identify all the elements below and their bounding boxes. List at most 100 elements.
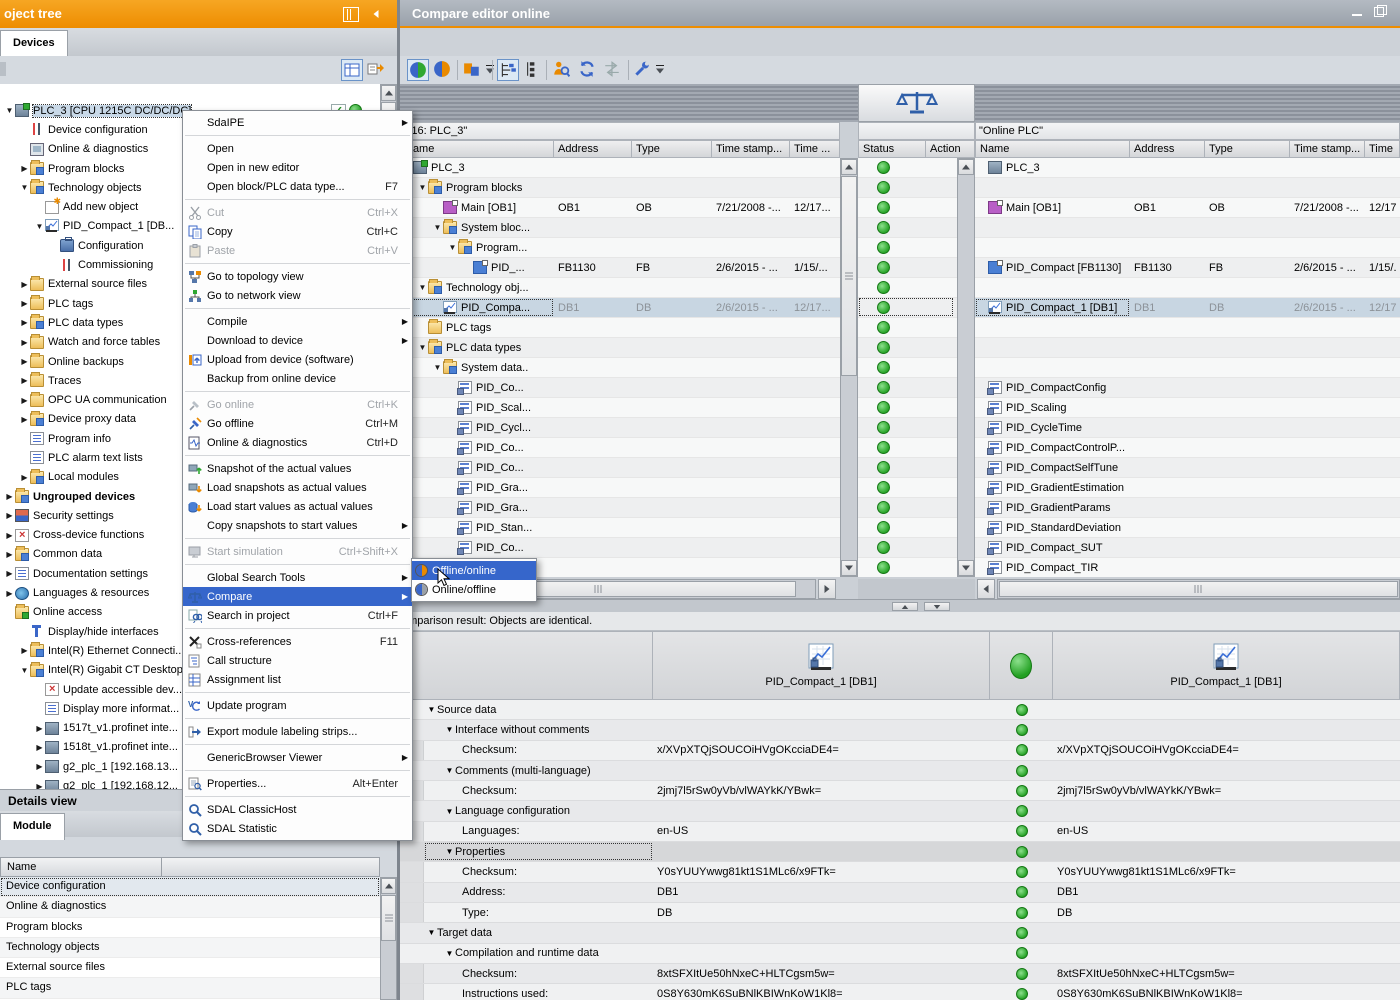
name-cell[interactable]: PID_CycleTime [975,418,1130,437]
status-row[interactable] [858,158,957,178]
left-compare-row[interactable]: ▼Technology obj... [400,278,840,298]
detail-row[interactable]: Checksum:8xtSFXItUe50hNxeC+HLTCgsm5w=8xt… [400,964,1400,984]
comparison-criteria-button[interactable] [462,59,484,81]
name-cell[interactable] [975,178,1130,197]
expand-arrow-icon[interactable]: ▼ [444,725,455,734]
status-row[interactable] [858,378,957,398]
col-action[interactable]: Action [926,140,975,158]
details-scrollbar[interactable] [380,877,397,1000]
detail-row[interactable]: Checksum:Y0sYUUYwwg81kt1S1MLc6/x9FTk=Y0s… [400,862,1400,882]
right-compare-row[interactable] [975,218,1400,238]
expand-arrow-icon[interactable]: ▶ [19,164,30,173]
expand-arrow-icon[interactable]: ▶ [4,569,15,578]
details-row[interactable]: External source files [0,958,380,978]
name-cell[interactable]: PID_Compa... [400,298,554,317]
detail-label[interactable]: Checksum: [424,862,653,881]
status-row[interactable] [858,318,957,338]
settings-dropdown-caret[interactable] [654,59,666,81]
name-cell[interactable]: PID_CompactSelfTune [975,458,1130,477]
name-cell[interactable]: PID_Compact_TIR [975,558,1130,577]
menu-item-load-snapshots-as-actual-values[interactable]: Load snapshots as actual values [183,478,412,497]
menu-item-go-to-network-view[interactable]: Go to network view [183,286,412,305]
menu-item-global-search-tools[interactable]: Global Search Tools▶ [183,568,412,587]
left-table-vscroll[interactable] [840,158,858,577]
name-cell[interactable]: PID_Co... [400,538,554,557]
detail-label[interactable]: Checksum: [424,741,653,760]
menu-item-search-in-project[interactable]: Search in projectCtrl+F [183,606,412,625]
left-compare-row[interactable]: PID_Co... [400,438,840,458]
detail-row[interactable]: ▼Interface without comments [400,720,1400,740]
menu-item-sdal-classichost[interactable]: SDAL ClassicHost [183,800,412,819]
right-compare-row[interactable] [975,278,1400,298]
left-vscroll-up[interactable] [841,159,857,175]
name-cell[interactable]: PID_Co... [400,378,554,397]
minimize-icon[interactable] [1352,6,1364,18]
left-compare-row[interactable]: PID_Co... [400,538,840,558]
left-compare-row[interactable]: ▼PLC data types [400,338,840,358]
left-compare-row[interactable]: ▼Program... [400,238,840,258]
expand-arrow-icon[interactable]: ▼ [417,343,428,352]
left-compare-row[interactable]: PID_Co... [400,458,840,478]
status-row[interactable] [858,398,957,418]
menu-item-export-module-labeling-strips[interactable]: Export module labeling strips... [183,722,412,741]
expand-arrow-icon[interactable]: ▼ [444,766,455,775]
left-vscroll-thumb[interactable] [841,176,857,376]
collapse-tree-button[interactable] [521,59,543,81]
right-compare-row[interactable]: PID_Scaling [975,398,1400,418]
col-status[interactable]: Status [858,140,926,158]
menu-item-update-program[interactable]: VUpdate program [183,696,412,715]
detail-label[interactable]: Address: [424,883,653,902]
detail-label[interactable]: ▼Target data [424,923,653,942]
expand-arrow-icon[interactable]: ▼ [426,705,437,714]
menu-item-properties[interactable]: Properties...Alt+Enter [183,774,412,793]
name-cell[interactable]: ▼Program... [400,238,554,257]
name-cell[interactable] [975,318,1130,337]
detail-label[interactable]: ▼Properties [424,842,653,861]
comparison-criteria-dropdown-caret[interactable] [484,59,496,81]
expand-arrow-icon[interactable]: ▼ [447,243,458,252]
status-scroll-up[interactable] [958,159,974,175]
menu-item-load-start-values-as-actual-values[interactable]: Load start values as actual values [183,497,412,516]
detail-row[interactable]: Languages:en-USen-US [400,822,1400,842]
expand-arrow-icon[interactable]: ▶ [19,646,30,655]
name-cell[interactable] [975,238,1130,257]
name-cell[interactable] [975,218,1130,237]
expand-arrow-icon[interactable]: ▶ [34,743,45,752]
name-cell[interactable]: PID_Compact [FB1130] [975,258,1130,277]
restore-icon[interactable] [1374,5,1386,17]
name-cell[interactable]: ▼Technology obj... [400,278,554,297]
col-type[interactable]: Type [1205,140,1290,158]
name-cell[interactable]: PID_Co... [400,438,554,457]
col-type[interactable]: Type [632,140,712,158]
detail-row[interactable]: Type:DBDB [400,903,1400,923]
name-cell[interactable]: PID_Scal... [400,398,554,417]
tree-diagram-button[interactable] [366,59,388,81]
menu-item-open-block-plc-data-type[interactable]: Open block/PLC data type...F7 [183,177,412,196]
name-cell[interactable]: PID_Compact_SUT [975,538,1130,557]
expand-arrow-icon[interactable]: ▼ [432,363,443,372]
name-cell[interactable]: PID_Gra... [400,498,554,517]
detail-row[interactable]: ▼Compilation and runtime data [400,944,1400,964]
menu-item-snapshot-of-the-actual-values[interactable]: Snapshot of the actual values [183,459,412,478]
detail-compare-button[interactable] [432,59,454,81]
name-cell[interactable]: PID_... [400,258,554,277]
menu-item-copy-snapshots-to-start-values[interactable]: Copy snapshots to start values▶ [183,516,412,535]
tab-devices[interactable]: Devices [0,30,68,57]
col-timestamp[interactable]: Time stamp... [1290,140,1365,158]
right-compare-row[interactable] [975,318,1400,338]
tree-scroll-up[interactable] [381,85,396,101]
left-compare-row[interactable]: PID_Co... [400,378,840,398]
menu-item-paste[interactable]: PasteCtrl+V [183,241,412,260]
expand-arrow-icon[interactable]: ▼ [417,183,428,192]
menu-item-start-simulation[interactable]: Start simulationCtrl+Shift+X [183,542,412,561]
detail-row[interactable]: Checksum:2jmj7l5rSw0yVb/vlWAYkK/YBwk=2jm… [400,781,1400,801]
status-row[interactable] [858,498,957,518]
right-compare-row[interactable] [975,338,1400,358]
name-cell[interactable]: PID_Scaling [975,398,1130,417]
expand-arrow-icon[interactable]: ▶ [19,338,30,347]
refresh-button[interactable] [577,59,599,81]
detail-row[interactable]: Checksum:x/XVpXTQjSOUCOiHVgOKcciaDE4=x/X… [400,741,1400,761]
name-cell[interactable]: PID_Cycl... [400,418,554,437]
left-vscroll-down[interactable] [841,560,857,576]
right-compare-row[interactable]: PID_CompactControlP... [975,438,1400,458]
